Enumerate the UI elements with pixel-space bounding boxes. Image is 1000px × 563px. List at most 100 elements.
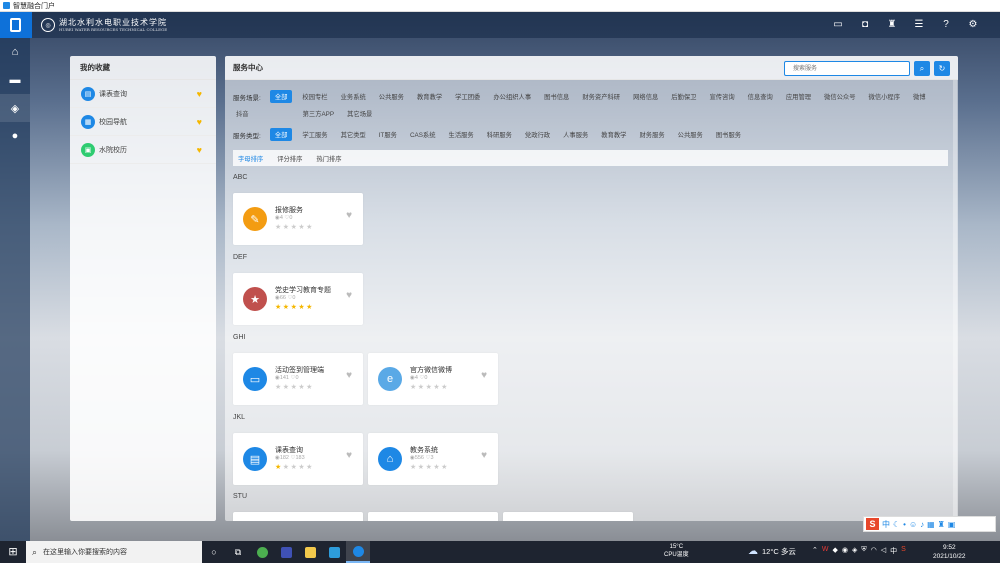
scene-chip[interactable]: 其它场景 xyxy=(344,107,375,120)
app-blue-icon[interactable] xyxy=(322,541,346,563)
scene-chip[interactable]: 微信公众号 xyxy=(821,90,858,103)
sogou-icon[interactable]: S xyxy=(866,518,879,530)
star-rating[interactable]: ★★★★★ xyxy=(275,383,314,391)
star-rating[interactable]: ★★★★★ xyxy=(410,463,449,471)
type-chip[interactable]: 图书服务 xyxy=(713,128,744,141)
taskbar-search[interactable]: ⌕ 在这里输入你要搜索的内容 xyxy=(26,541,202,563)
scene-chip[interactable]: 办公组织人事 xyxy=(490,90,534,103)
favorite-item[interactable]: ▦ 校园导航 ♥ xyxy=(70,108,216,136)
service-card[interactable]: ✎ 报修服务 ◉4 ♡0 ★★★★★ ♥ xyxy=(233,193,363,245)
heart-icon[interactable]: ♥ xyxy=(197,117,202,127)
service-card[interactable]: e 官方微信微博 ◉4 ♡0 ★★★★★ ♥ xyxy=(368,353,498,405)
heart-icon[interactable]: ♥ xyxy=(197,145,202,155)
cortana-icon[interactable]: ○ xyxy=(202,541,226,563)
favorite-heart-icon[interactable]: ♥ xyxy=(346,210,352,221)
star-icon[interactable]: ★ xyxy=(283,304,291,311)
scene-chip[interactable]: 教育教学 xyxy=(414,90,445,103)
service-card[interactable]: ▭ 活动签到管理端 ◉141 ♡0 ★★★★★ ♥ xyxy=(233,353,363,405)
service-card[interactable]: ⌂ 教务系统 ◉556 ♡3 ★★★★★ ♥ xyxy=(368,433,498,485)
scene-chip[interactable]: 信息查询 xyxy=(745,90,776,103)
type-chip[interactable]: CAS系统 xyxy=(407,128,439,141)
scene-chip[interactable]: 微信小程序 xyxy=(866,90,903,103)
star-icon[interactable]: ★ xyxy=(433,384,441,391)
emoji-icon[interactable]: ☺ xyxy=(909,520,917,529)
scene-chip[interactable]: 抖音 xyxy=(233,107,252,120)
type-chip[interactable]: 学工服务 xyxy=(299,128,330,141)
favorite-heart-icon[interactable]: ♥ xyxy=(481,370,487,381)
message-icon[interactable]: ▭ xyxy=(831,18,845,32)
scene-chip[interactable]: 后勤保卫 xyxy=(668,90,699,103)
moon-icon[interactable]: ☾ xyxy=(893,520,900,529)
type-chip[interactable]: 人事服务 xyxy=(560,128,591,141)
wps-icon[interactable]: W xyxy=(822,546,829,556)
refresh-button[interactable]: ↻ xyxy=(934,61,950,76)
star-rating[interactable]: ★★★★★ xyxy=(410,383,449,391)
sogou-tray-icon[interactable]: S xyxy=(901,546,906,556)
grid-tools-icon[interactable]: ▣ xyxy=(948,520,956,529)
star-icon[interactable]: ★ xyxy=(275,384,283,391)
scene-chip[interactable]: 应用管理 xyxy=(783,90,814,103)
portal-taskbar-icon[interactable] xyxy=(346,541,370,563)
windows-start-icon[interactable]: ⊞ xyxy=(0,541,26,563)
task-view-icon[interactable]: ⧉ xyxy=(226,541,250,563)
scene-chip[interactable]: 宣传咨询 xyxy=(706,90,737,103)
sort-tab[interactable]: 评分排序 xyxy=(277,154,302,163)
punct-icon[interactable]: • xyxy=(903,520,906,529)
star-icon[interactable]: ★ xyxy=(283,464,291,471)
scene-chip[interactable]: 业务系统 xyxy=(338,90,369,103)
scene-chip[interactable]: 第三方APP xyxy=(300,107,338,120)
star-icon[interactable]: ★ xyxy=(410,464,418,471)
type-chip[interactable]: 财务服务 xyxy=(636,128,667,141)
favorite-heart-icon[interactable]: ♥ xyxy=(481,450,487,461)
star-icon[interactable]: ★ xyxy=(298,304,306,311)
star-icon[interactable]: ★ xyxy=(283,224,291,231)
volume-icon[interactable]: ◁ xyxy=(881,546,886,556)
keyboard-icon[interactable]: ▦ xyxy=(927,520,935,529)
star-rating[interactable]: ★★★★★ xyxy=(275,463,314,471)
type-chip[interactable]: 科研服务 xyxy=(484,128,515,141)
scrollbar[interactable] xyxy=(953,80,957,521)
star-icon[interactable]: ★ xyxy=(441,384,449,391)
star-icon[interactable]: ★ xyxy=(283,384,291,391)
type-chip[interactable]: 公共服务 xyxy=(675,128,706,141)
scene-chip[interactable]: 全部 xyxy=(269,90,293,103)
star-icon[interactable]: ★ xyxy=(306,384,314,391)
security-icon[interactable]: ◈ xyxy=(852,546,857,556)
type-chip[interactable]: 教育教学 xyxy=(598,128,629,141)
grid-icon[interactable]: ☰ xyxy=(912,18,926,32)
app-green-icon[interactable] xyxy=(250,541,274,563)
star-icon[interactable]: ★ xyxy=(275,464,283,471)
sort-tab[interactable]: 字母排序 xyxy=(238,154,263,163)
favorite-heart-icon[interactable]: ♥ xyxy=(346,290,352,301)
home-icon[interactable]: ⌂ xyxy=(0,38,30,66)
mic-icon[interactable]: ♪ xyxy=(920,520,924,529)
type-chip[interactable]: 党政行政 xyxy=(522,128,553,141)
cube-icon[interactable]: ◈ xyxy=(0,94,30,122)
service-card[interactable] xyxy=(503,512,633,521)
star-icon[interactable]: ★ xyxy=(441,464,449,471)
star-icon[interactable]: ★ xyxy=(298,464,306,471)
type-chip[interactable]: 其它类型 xyxy=(338,128,369,141)
shirt-skin-icon[interactable]: ♜ xyxy=(938,520,945,529)
scene-chip[interactable]: 公共服务 xyxy=(376,90,407,103)
scene-chip[interactable]: 微博 xyxy=(910,90,929,103)
shirt-icon[interactable]: ♜ xyxy=(885,18,899,32)
heart-icon[interactable]: ♥ xyxy=(197,89,202,99)
app-monitor-icon[interactable] xyxy=(274,541,298,563)
favorite-heart-icon[interactable]: ♥ xyxy=(346,370,352,381)
type-chip[interactable]: 生活服务 xyxy=(446,128,477,141)
star-icon[interactable]: ★ xyxy=(433,464,441,471)
service-card[interactable]: ★ 党史学习教育专题 ◉66 ♡0 ★★★★★ ♥ xyxy=(233,273,363,325)
weather-widget[interactable]: ☁ 12°C 多云 xyxy=(748,546,796,557)
star-icon[interactable]: ★ xyxy=(298,224,306,231)
gear-icon[interactable]: ⚙ xyxy=(966,18,980,32)
star-icon[interactable]: ★ xyxy=(410,384,418,391)
clock[interactable]: 9:52 2021/10/22 xyxy=(933,543,966,561)
scene-chip[interactable]: 图书信息 xyxy=(541,90,572,103)
search-button[interactable]: ⌕ xyxy=(914,61,930,76)
service-search-input[interactable] xyxy=(784,61,910,76)
service-card[interactable]: ▤ 课表查询 ◉182 ♡183 ★★★★★ ♥ xyxy=(233,433,363,485)
ime-mode-icon[interactable]: 中 xyxy=(882,519,890,530)
chevron-up-icon[interactable]: ⌃ xyxy=(812,546,818,556)
monitor-icon[interactable]: ▬ xyxy=(0,66,30,94)
